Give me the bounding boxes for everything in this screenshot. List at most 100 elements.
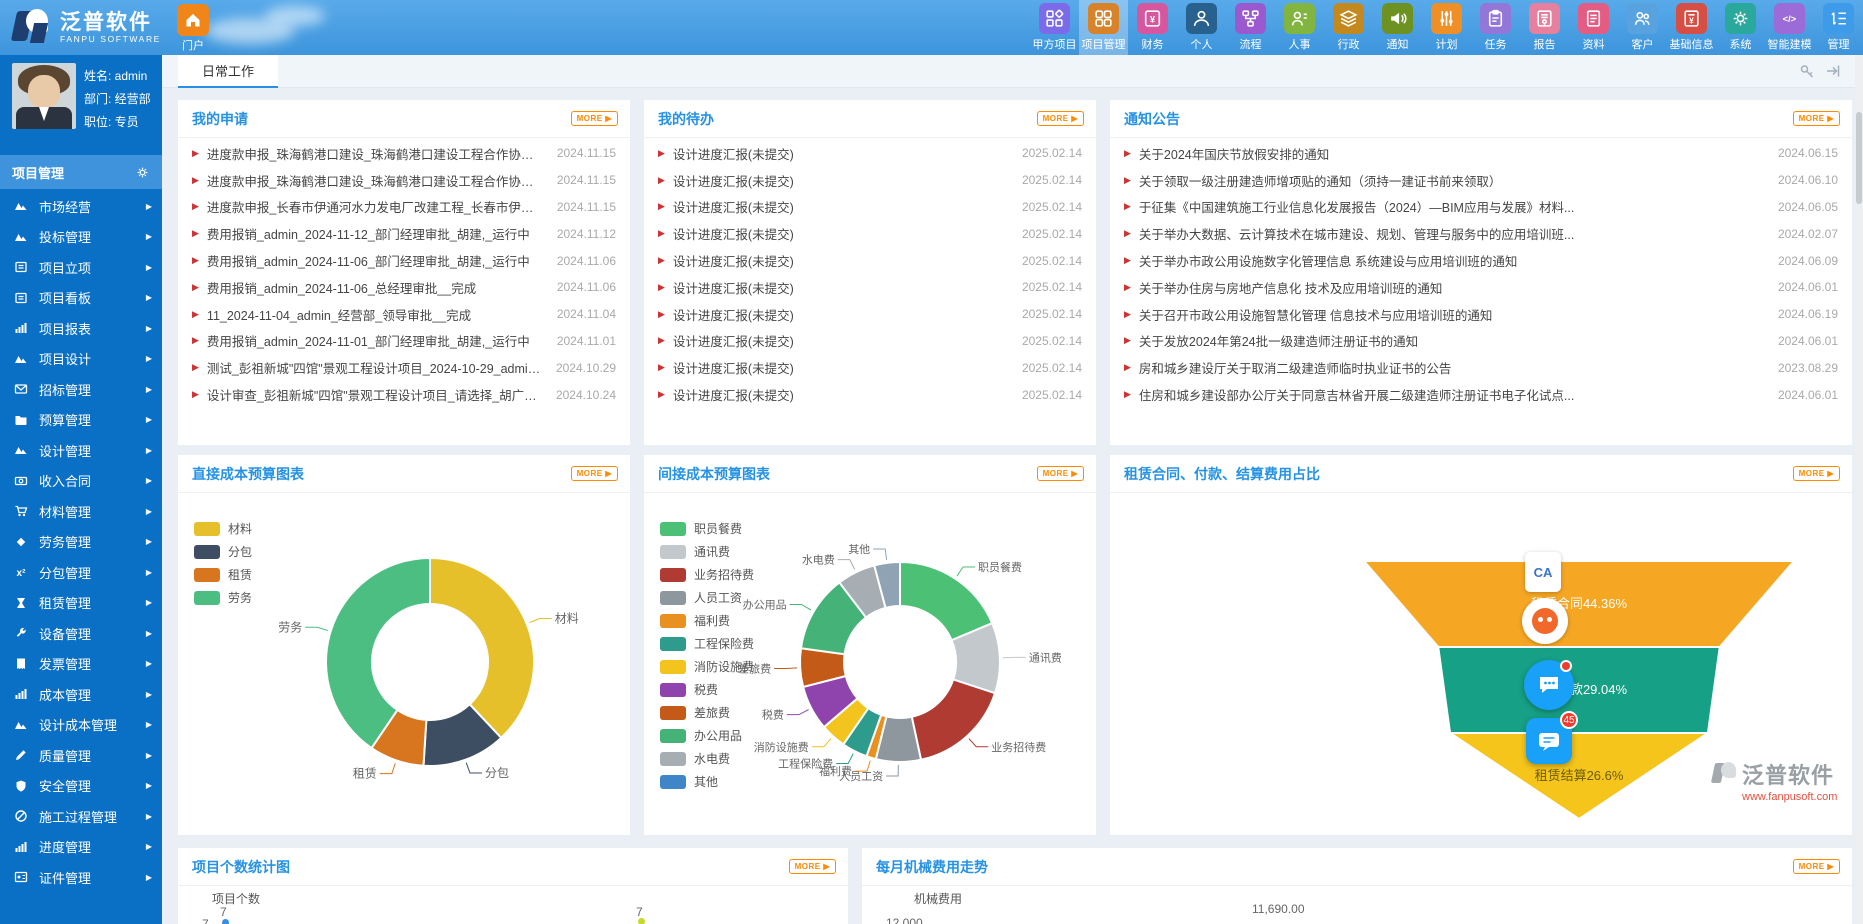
legend-item-劳务[interactable]: 劳务	[194, 586, 252, 609]
ca-cert-floating-button[interactable]: CA	[1525, 552, 1561, 592]
list-item[interactable]: ▶11_2024-11-04_admin_经营部_领导审批__完成2024.11…	[192, 301, 616, 328]
message-floating-button[interactable]: 45	[1526, 718, 1572, 764]
nav-item-计划[interactable]: 计划	[1422, 0, 1471, 55]
nav-item-系统[interactable]: 系统	[1716, 0, 1765, 55]
list-item[interactable]: ▶设计进度汇报(未提交)2025.02.14	[658, 328, 1082, 355]
key-icon[interactable]	[1799, 63, 1815, 79]
legend-item-福利费[interactable]: 福利费	[660, 609, 754, 632]
legend-item-差旅费[interactable]: 差旅费	[660, 701, 754, 724]
nav-item-资料[interactable]: 资料	[1569, 0, 1618, 55]
sidebar-item-质量管理[interactable]: 质量管理▶	[0, 740, 162, 771]
legend-item-通讯费[interactable]: 通讯费	[660, 540, 754, 563]
more-button[interactable]: MORE ▶	[789, 859, 836, 874]
list-item[interactable]: ▶设计进度汇报(未提交)2025.02.14	[658, 167, 1082, 194]
more-button[interactable]: MORE ▶	[571, 111, 618, 126]
customer-service-floating-button[interactable]	[1522, 598, 1568, 644]
legend-item-水电费[interactable]: 水电费	[660, 747, 754, 770]
list-item[interactable]: ▶进度款申报_珠海鹤港口建设_珠海鹤港口建设工程合作协议书_admin_...2…	[192, 140, 616, 167]
nav-item-甲方项目[interactable]: 甲方项目	[1030, 0, 1079, 55]
sidebar-item-分包管理[interactable]: x²分包管理▶	[0, 557, 162, 588]
sidebar-item-项目报表[interactable]: 项目报表▶	[0, 313, 162, 344]
list-item[interactable]: ▶费用报销_admin_2024-11-12_部门经理审批_胡建,_运行中202…	[192, 220, 616, 247]
list-item[interactable]: ▶设计进度汇报(未提交)2025.02.14	[658, 301, 1082, 328]
legend-item-业务招待费[interactable]: 业务招待费	[660, 563, 754, 586]
nav-item-行政[interactable]: 行政	[1324, 0, 1373, 55]
sidebar-item-收入合同[interactable]: 收入合同▶	[0, 466, 162, 497]
more-button[interactable]: MORE ▶	[1037, 111, 1084, 126]
list-item[interactable]: ▶设计进度汇报(未提交)2025.02.14	[658, 220, 1082, 247]
sidebar-item-进度管理[interactable]: 进度管理▶	[0, 832, 162, 863]
nav-item-通知[interactable]: 通知	[1373, 0, 1422, 55]
exit-fullscreen-icon[interactable]	[1825, 63, 1841, 79]
sidebar-item-项目立项[interactable]: 项目立项▶	[0, 252, 162, 283]
sidebar-item-招标管理[interactable]: 招标管理▶	[0, 374, 162, 405]
list-item[interactable]: ▶关于发放2024年第24批一级建造师注册证书的通知2024.06.01	[1124, 328, 1838, 355]
legend-item-租赁[interactable]: 租赁	[194, 563, 252, 586]
nav-item-报告[interactable]: 报告	[1520, 0, 1569, 55]
scrollbar-thumb[interactable]	[1856, 112, 1862, 204]
list-item[interactable]: ▶关于举办大数据、云计算技术在城市建设、规划、管理与服务中的应用培训班...20…	[1124, 220, 1838, 247]
nav-item-任务[interactable]: 任务	[1471, 0, 1520, 55]
nav-item-基础信息[interactable]: ¥基础信息	[1667, 0, 1716, 55]
sidebar-item-投标管理[interactable]: 投标管理▶	[0, 222, 162, 253]
more-button[interactable]: MORE ▶	[571, 466, 618, 481]
list-item[interactable]: ▶进度款申报_珠海鹤港口建设_珠海鹤港口建设工程合作协议书_admin_...2…	[192, 167, 616, 194]
more-button[interactable]: MORE ▶	[1793, 466, 1840, 481]
sidebar-item-项目看板[interactable]: 项目看板▶	[0, 283, 162, 314]
list-item[interactable]: ▶费用报销_admin_2024-11-06_部门经理审批_胡建,_运行中202…	[192, 247, 616, 274]
legend-item-办公用品[interactable]: 办公用品	[660, 724, 754, 747]
sidebar-item-发票管理[interactable]: 发票管理▶	[0, 649, 162, 680]
nav-item-人事[interactable]: 人事	[1275, 0, 1324, 55]
list-item[interactable]: ▶设计进度汇报(未提交)2025.02.14	[658, 354, 1082, 381]
list-item[interactable]: ▶费用报销_admin_2024-11-01_部门经理审批_胡建,_运行中202…	[192, 328, 616, 355]
portal-button[interactable]: 门户	[168, 2, 218, 54]
sidebar-item-证件管理[interactable]: 证件管理▶	[0, 862, 162, 893]
list-item[interactable]: ▶设计进度汇报(未提交)2025.02.14	[658, 194, 1082, 221]
more-button[interactable]: MORE ▶	[1793, 859, 1840, 874]
legend-item-材料[interactable]: 材料	[194, 517, 252, 540]
more-button[interactable]: MORE ▶	[1037, 466, 1084, 481]
sidebar-item-成本管理[interactable]: 成本管理▶	[0, 679, 162, 710]
legend-item-消防设施费[interactable]: 消防设施费	[660, 655, 754, 678]
list-item[interactable]: ▶设计审查_彭祖新城"四馆"景观工程设计项目_请选择_胡广生_2024-10-2…	[192, 381, 616, 408]
list-item[interactable]: ▶设计进度汇报(未提交)2025.02.14	[658, 274, 1082, 301]
sidebar-item-设备管理[interactable]: 设备管理▶	[0, 618, 162, 649]
sidebar-item-项目设计[interactable]: 项目设计▶	[0, 344, 162, 375]
nav-item-财务[interactable]: ¥财务	[1128, 0, 1177, 55]
scrollbar-track[interactable]	[1855, 55, 1863, 924]
pie-slice-材料[interactable]	[430, 558, 534, 738]
tab-daily-work[interactable]: 日常工作	[178, 55, 278, 88]
sidebar-item-预算管理[interactable]: 预算管理▶	[0, 405, 162, 436]
list-item[interactable]: ▶进度款申报_长春市伊通河水力发电厂改建工程_长春市伊通河水力发电...2024…	[192, 194, 616, 221]
legend-item-职员餐费[interactable]: 职员餐费	[660, 517, 754, 540]
nav-item-流程[interactable]: 流程	[1226, 0, 1275, 55]
nav-item-客户[interactable]: 客户	[1618, 0, 1667, 55]
legend-item-人员工资[interactable]: 人员工资	[660, 586, 754, 609]
list-item[interactable]: ▶关于举办住房与房地产信息化 技术及应用培训班的通知2024.06.01	[1124, 274, 1838, 301]
legend-item-税费[interactable]: 税费	[660, 678, 754, 701]
sidebar-item-设计管理[interactable]: 设计管理▶	[0, 435, 162, 466]
more-button[interactable]: MORE ▶	[1793, 111, 1840, 126]
chat-floating-button[interactable]	[1524, 660, 1574, 710]
list-item[interactable]: ▶设计进度汇报(未提交)2025.02.14	[658, 381, 1082, 408]
legend-item-其他[interactable]: 其他	[660, 770, 754, 793]
sidebar-item-安全管理[interactable]: 安全管理▶	[0, 771, 162, 802]
nav-item-智能建模[interactable]: </>智能建模	[1765, 0, 1814, 55]
sidebar-item-材料管理[interactable]: 材料管理▶	[0, 496, 162, 527]
list-item[interactable]: ▶设计进度汇报(未提交)2025.02.14	[658, 247, 1082, 274]
pie-slice-业务招待费[interactable]	[912, 679, 995, 759]
sidebar-section-header[interactable]: 项目管理	[0, 155, 162, 189]
list-item[interactable]: ▶住房和城乡建设部办公厅关于同意吉林省开展二级建造师注册证书电子化试点...20…	[1124, 381, 1838, 408]
sidebar-item-租赁管理[interactable]: 租赁管理▶	[0, 588, 162, 619]
list-item[interactable]: ▶关于领取一级注册建造师增项贴的通知（须持一建证书前来领取）2024.06.10	[1124, 167, 1838, 194]
list-item[interactable]: ▶关于2024年国庆节放假安排的通知2024.06.15	[1124, 140, 1838, 167]
nav-item-管理[interactable]: 管理	[1814, 0, 1863, 55]
sidebar-item-设计成本管理[interactable]: 设计成本管理▶	[0, 710, 162, 741]
nav-item-项目管理[interactable]: 项目管理	[1079, 0, 1128, 55]
list-item[interactable]: ▶费用报销_admin_2024-11-06_总经理审批__完成2024.11.…	[192, 274, 616, 301]
list-item[interactable]: ▶关于举办市政公用设施数字化管理信息 系统建设与应用培训班的通知2024.06.…	[1124, 247, 1838, 274]
list-item[interactable]: ▶测试_彭祖新城"四馆"景观工程设计项目_2024-10-29_admin_结束…	[192, 354, 616, 381]
sidebar-item-劳务管理[interactable]: 劳务管理▶	[0, 527, 162, 558]
list-item[interactable]: ▶房和城乡建设厅关于取消二级建造师临时执业证书的公告2023.08.29	[1124, 354, 1838, 381]
list-item[interactable]: ▶于征集《中国建筑施工行业信息化发展报告（2024）—BIM应用与发展》材料..…	[1124, 194, 1838, 221]
